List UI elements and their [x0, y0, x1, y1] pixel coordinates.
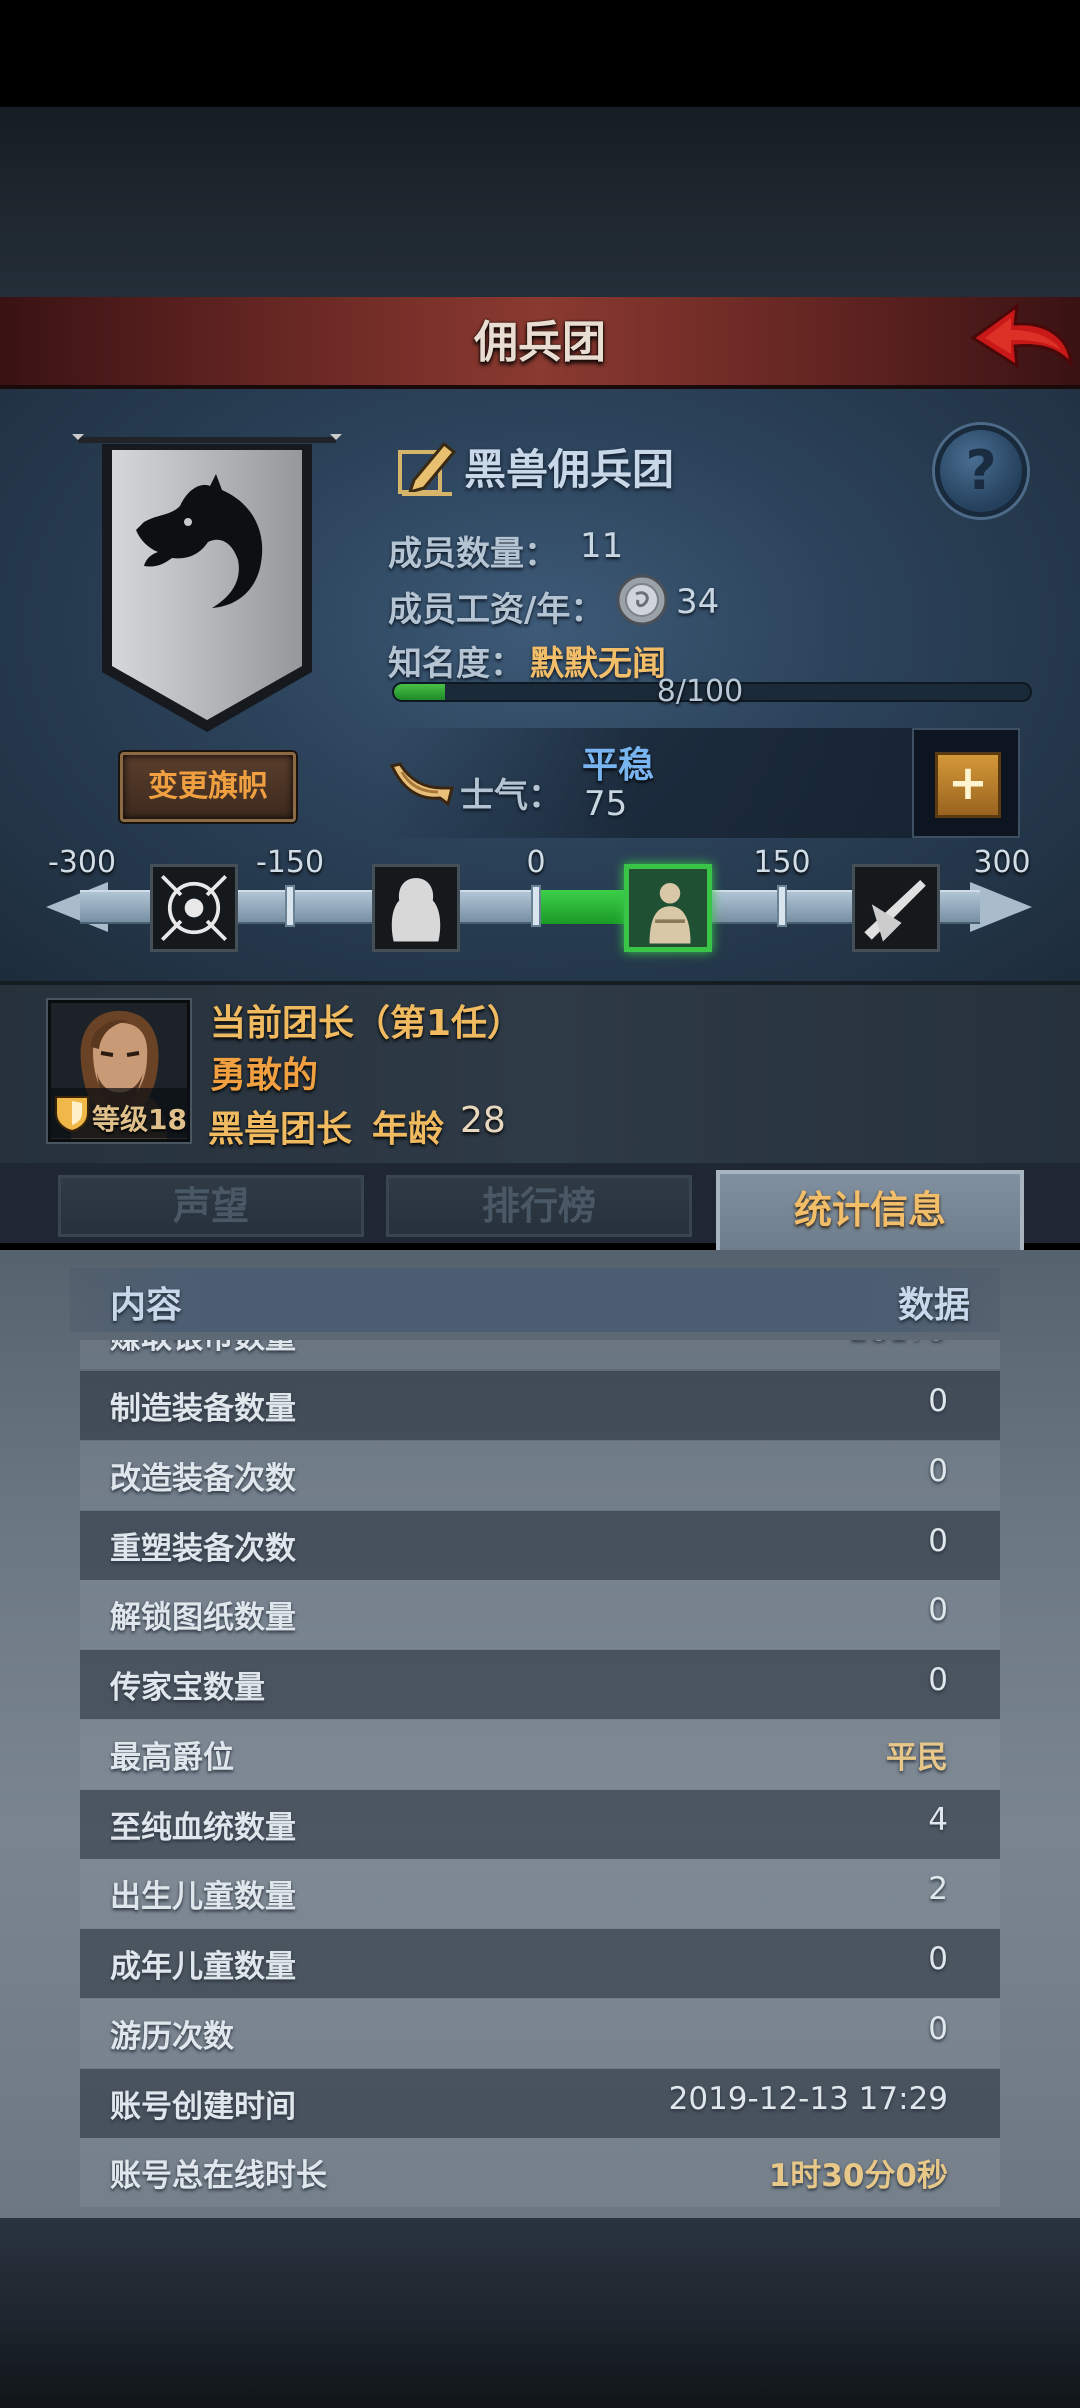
guild-banner	[72, 434, 342, 732]
row-value: 0	[928, 1522, 948, 1559]
row-label: 游历次数	[110, 2018, 234, 2055]
help-button[interactable]: ?	[935, 425, 1027, 517]
column-header-data: 数据	[897, 1285, 970, 1326]
scale-tick	[777, 885, 787, 927]
salary-value: 34	[676, 582, 720, 622]
top-background	[0, 107, 1080, 297]
level-label: 等级	[92, 1103, 149, 1136]
row-value: 0	[928, 2010, 948, 2047]
row-value: 0	[928, 1941, 948, 1977]
row-label: 最高爵位	[110, 1739, 234, 1776]
fame-label: 知名度：	[388, 644, 524, 684]
scale-tick-label: -300	[47, 845, 117, 880]
plus-icon: +	[935, 752, 1001, 818]
scale-tick-label: 300	[973, 845, 1031, 880]
leader-name: 黑兽团长	[208, 1109, 353, 1150]
morale-value: 75	[584, 784, 628, 824]
scale-tick	[285, 885, 295, 927]
row-value: 28179	[849, 1340, 948, 1348]
table-row: 最高爵位 平民	[80, 1719, 1000, 1789]
morale-state: 平稳	[582, 745, 655, 786]
inspired-icon	[864, 880, 926, 942]
tab-reputation[interactable]: 声望	[58, 1175, 364, 1237]
row-label: 解锁图纸数量	[110, 1600, 296, 1637]
tab-statistics[interactable]: 统计信息	[716, 1170, 1024, 1254]
despair-icon	[391, 878, 441, 942]
members-label: 成员数量：	[388, 534, 558, 574]
scale-tick	[531, 885, 541, 927]
row-label: 赚取银币数量	[110, 1340, 296, 1357]
table-row: 出生儿童数量 2	[80, 1859, 1000, 1929]
page-title: 佣兵团	[474, 317, 606, 368]
row-label: 账号总在线时长	[110, 2158, 327, 2195]
change-banner-button[interactable]: 变更旗帜	[120, 752, 296, 822]
leader-title: 当前团长（第1任）	[210, 1003, 524, 1044]
row-value: 2019-12-13 17:29	[668, 2080, 948, 2117]
row-label: 传家宝数量	[110, 1670, 265, 1706]
scale-tick-label: -150	[255, 845, 325, 880]
horn-icon	[389, 762, 454, 807]
shield-icon	[55, 1096, 89, 1133]
row-value: 2	[928, 1871, 948, 1908]
leader-age-label: 年龄	[372, 1109, 445, 1150]
row-label: 账号创建时间	[110, 2088, 296, 2125]
scale-tick-label: 0	[526, 845, 546, 880]
table-row: 解锁图纸数量 0	[80, 1580, 1000, 1650]
guild-name: 黑兽佣兵团	[464, 445, 675, 494]
statistics-list[interactable]: 赚取银币数量 28179 制造装备数量0改造装备次数0重塑装备次数0解锁图纸数量…	[80, 1340, 1000, 2208]
table-row: 重塑装备次数 0	[80, 1510, 1000, 1580]
morale-slot[interactable]	[852, 864, 940, 952]
bottom-background	[0, 2218, 1080, 2408]
row-label: 改造装备次数	[110, 1460, 296, 1497]
members-value: 11	[580, 526, 624, 566]
table-row: 至纯血统数量 4	[80, 1789, 1000, 1859]
row-label: 成年儿童数量	[110, 1949, 296, 1985]
steady-icon	[649, 882, 691, 944]
salary-label: 成员工资/年：	[388, 590, 605, 630]
morale-slot[interactable]	[624, 864, 712, 952]
leader-age-value: 28	[460, 1100, 506, 1141]
table-row: 传家宝数量 0	[80, 1650, 1000, 1719]
silver-coin-icon	[616, 574, 668, 626]
morale-slot[interactable]	[150, 864, 238, 952]
row-value: 0	[928, 1592, 948, 1629]
table-row: 赚取银币数量 28179	[80, 1340, 1000, 1369]
row-value: 1时30分0秒	[768, 2158, 948, 2195]
morale-label: 士气：	[460, 776, 562, 816]
fame-progress-fill	[394, 684, 445, 700]
header-bar: 佣兵团	[0, 297, 1080, 389]
table-row: 游历次数 0	[80, 1998, 1000, 2068]
edit-name-icon[interactable]	[396, 436, 458, 498]
add-morale-button[interactable]: +	[912, 728, 1020, 838]
scale-tick-label: 150	[753, 845, 811, 880]
morale-slot[interactable]	[372, 864, 460, 952]
table-row: 制造装备数量 0	[80, 1371, 1000, 1440]
column-header-content: 内容	[110, 1285, 183, 1326]
row-label: 重塑装备次数	[110, 1530, 296, 1567]
row-label: 至纯血统数量	[110, 1809, 296, 1846]
row-label: 制造装备数量	[110, 1391, 296, 1427]
table-row: 成年儿童数量 0	[80, 1929, 1000, 1998]
leader-level-text: 等级18	[92, 1098, 187, 1138]
back-arrow-icon[interactable]	[965, 300, 1075, 380]
table-row: 改造装备次数 0	[80, 1440, 1000, 1510]
row-value: 0	[928, 1452, 948, 1489]
row-value: 0	[928, 1383, 948, 1419]
table-row: 账号总在线时长 1时30分0秒	[80, 2138, 1000, 2208]
morale-scale-fill	[536, 890, 636, 924]
leader-trait[interactable]: 勇敢的	[210, 1046, 318, 1098]
help-icon: ?	[965, 439, 997, 502]
broken-morale-icon	[161, 875, 227, 941]
row-value: 平民	[886, 1739, 948, 1776]
level-value: 18	[148, 1103, 187, 1136]
fame-progress-text: 8/100	[656, 674, 744, 709]
row-value: 0	[928, 1662, 948, 1698]
table-row: 账号创建时间 2019-12-13 17:29	[80, 2068, 1000, 2138]
row-label: 出生儿童数量	[110, 1879, 296, 1916]
row-value: 4	[928, 1801, 948, 1838]
tab-leaderboard[interactable]: 排行榜	[386, 1175, 692, 1237]
